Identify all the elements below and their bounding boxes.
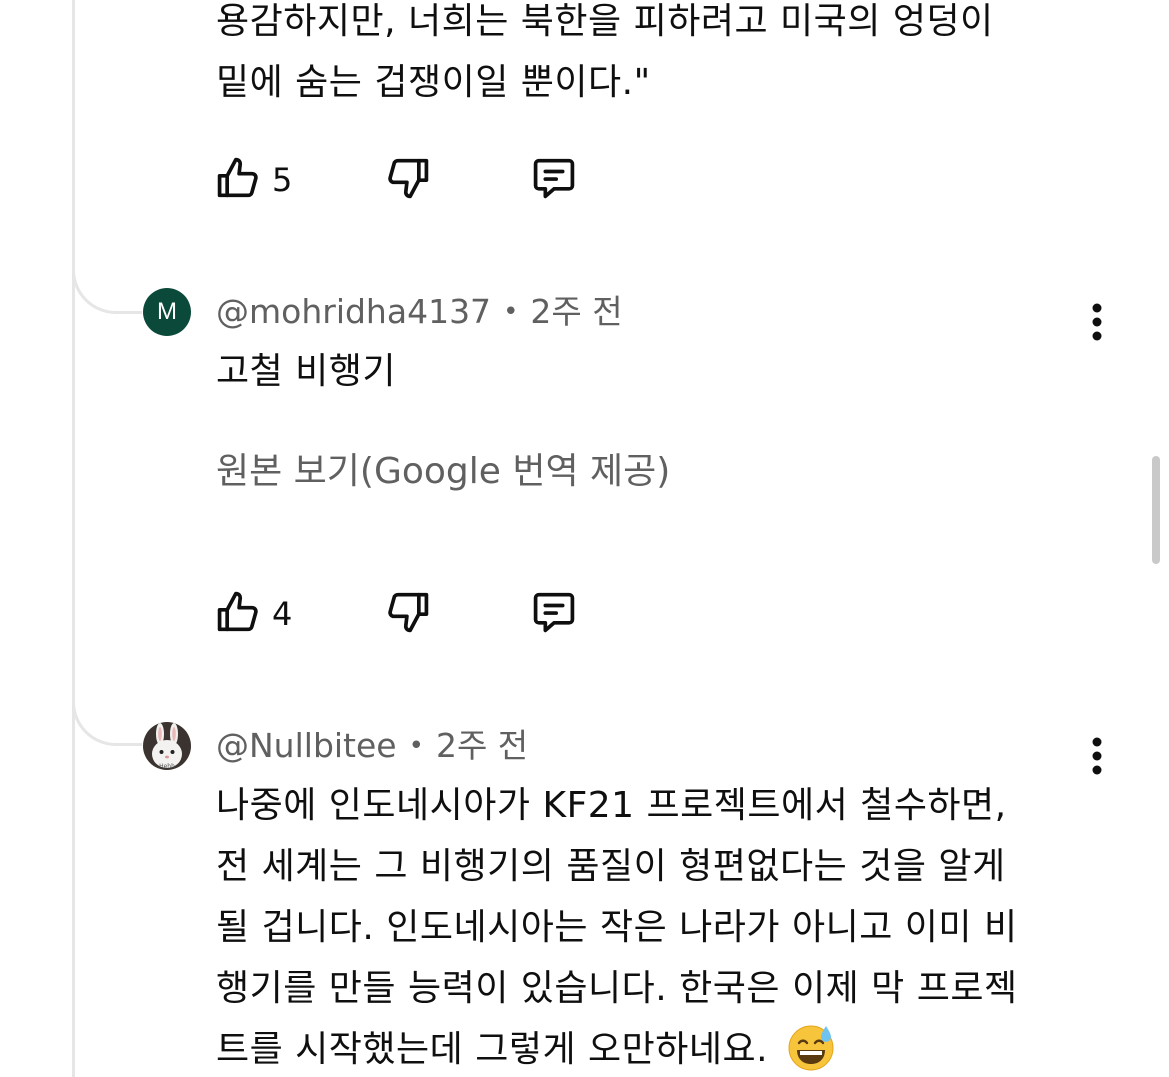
- comment-text-line: 나중에 인도네시아가 KF21 프로젝트에서 철수하면,: [216, 785, 1007, 826]
- comment-author[interactable]: @Nullbitee: [216, 726, 397, 766]
- comment-text-line: 행기를 만들 능력이 있습니다. 한국은 이제 막 프로젝: [216, 968, 1018, 1009]
- thumbs-up-icon: [212, 586, 264, 642]
- separator-dot: •: [503, 297, 519, 327]
- thread-branch: [72, 694, 142, 746]
- separator-dot: •: [408, 731, 424, 761]
- more-vertical-icon: [1091, 302, 1103, 346]
- more-vertical-icon: [1091, 736, 1103, 780]
- avatar[interactable]: M: [143, 288, 191, 336]
- thumbs-down-icon: [382, 152, 434, 208]
- comment-text-line: 밑에 숨는 겁쟁이일 뿐이다.": [216, 62, 651, 103]
- reply-comment-icon: [528, 586, 580, 642]
- dislike-button[interactable]: [382, 586, 434, 642]
- grinning-sweat-emoji-icon: [786, 1022, 836, 1072]
- avatar[interactable]: Hehh: [143, 722, 191, 770]
- comment-author[interactable]: @mohridha4137: [216, 292, 491, 332]
- comment-actions: 4: [212, 586, 612, 642]
- comment-text-line: 트를 시작했는데 그렇게 오만하네요.: [216, 1019, 836, 1077]
- thread-line: [72, 0, 75, 1077]
- comment-time[interactable]: 2주 전: [436, 726, 528, 766]
- thread-branch: [72, 262, 142, 314]
- comment-text: 고철 비행기: [216, 351, 397, 392]
- comment-time[interactable]: 2주 전: [530, 292, 622, 332]
- more-options-button[interactable]: [1080, 732, 1114, 784]
- like-count: 5: [272, 161, 293, 199]
- reply-button[interactable]: [528, 586, 580, 642]
- see-original-link[interactable]: 원본 보기(Google 번역 제공): [216, 447, 670, 497]
- svg-text:Hehh: Hehh: [159, 763, 175, 770]
- comment-text-line: 될 겁니다. 인도네시아는 작은 나라가 아니고 이미 비: [216, 907, 1018, 948]
- comment-actions: 5: [212, 152, 612, 208]
- rabbit-avatar-image: Hehh: [143, 722, 191, 770]
- scrollbar-thumb[interactable]: [1152, 456, 1160, 564]
- comments-thread: 용감하지만, 너희는 북한을 피하려고 미국의 엉덩이 밑에 숨는 겁쟁이일 뿐…: [0, 0, 1169, 1077]
- more-options-button[interactable]: [1080, 298, 1114, 350]
- like-button[interactable]: 5: [212, 152, 292, 208]
- comment-text-span: 트를 시작했는데 그렇게 오만하네요.: [216, 1029, 769, 1070]
- reply-comment-icon: [528, 152, 580, 208]
- thumbs-up-icon: [212, 152, 264, 208]
- like-count: 4: [272, 595, 293, 633]
- comment-header: @mohridha4137 • 2주 전: [216, 292, 623, 332]
- like-button[interactable]: 4: [212, 586, 292, 642]
- dislike-button[interactable]: [382, 152, 434, 208]
- comment-text-line: 용감하지만, 너희는 북한을 피하려고 미국의 엉덩이: [216, 1, 994, 42]
- thumbs-down-icon: [382, 586, 434, 642]
- comment-header: @Nullbitee • 2주 전: [216, 726, 528, 766]
- reply-button[interactable]: [528, 152, 580, 208]
- comment-text-line: 전 세계는 그 비행기의 품질이 형편없다는 것을 알게: [216, 846, 1006, 887]
